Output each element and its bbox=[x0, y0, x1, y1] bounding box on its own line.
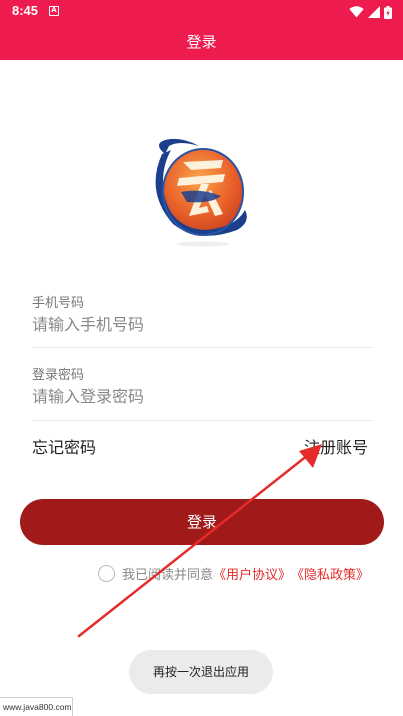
login-button[interactable]: 登录 bbox=[20, 499, 384, 545]
annotation-arrow bbox=[77, 444, 322, 638]
user-agreement-link[interactable]: 《用户协议》 bbox=[213, 564, 291, 583]
privacy-policy-link[interactable]: 《隐私政策》 bbox=[291, 564, 369, 583]
agreement-row: 我已阅读并同意 《用户协议》 《隐私政策》 bbox=[98, 563, 369, 583]
page-title: 登录 bbox=[186, 33, 217, 51]
register-link[interactable]: 注册账号 bbox=[304, 434, 368, 458]
wifi-icon bbox=[349, 6, 364, 18]
status-bar: 8:45 A bbox=[0, 0, 403, 24]
notification-icon: A bbox=[49, 6, 59, 16]
signal-icon bbox=[368, 6, 380, 18]
password-field[interactable]: 登录密码 请输入登录密码 bbox=[32, 364, 372, 408]
phone-field[interactable]: 手机号码 请输入手机号码 bbox=[32, 292, 372, 336]
phone-input[interactable]: 请输入手机号码 bbox=[32, 314, 372, 336]
app-bar: 登录 bbox=[0, 24, 403, 60]
app-logo bbox=[155, 138, 247, 247]
battery-icon bbox=[384, 5, 392, 19]
exit-toast: 再按一次退出应用 bbox=[129, 650, 273, 694]
divider bbox=[32, 420, 373, 421]
phone-label: 手机号码 bbox=[32, 296, 85, 311]
watermark: www.java800.com bbox=[0, 697, 73, 716]
password-input[interactable]: 请输入登录密码 bbox=[32, 386, 372, 408]
forgot-password-link[interactable]: 忘记密码 bbox=[32, 434, 96, 458]
status-time: 8:45 bbox=[12, 3, 39, 18]
password-label: 登录密码 bbox=[32, 368, 85, 383]
status-icons bbox=[349, 5, 392, 19]
divider bbox=[32, 347, 373, 348]
agreement-prefix: 我已阅读并同意 bbox=[122, 567, 214, 583]
agreement-checkbox[interactable] bbox=[98, 564, 115, 582]
